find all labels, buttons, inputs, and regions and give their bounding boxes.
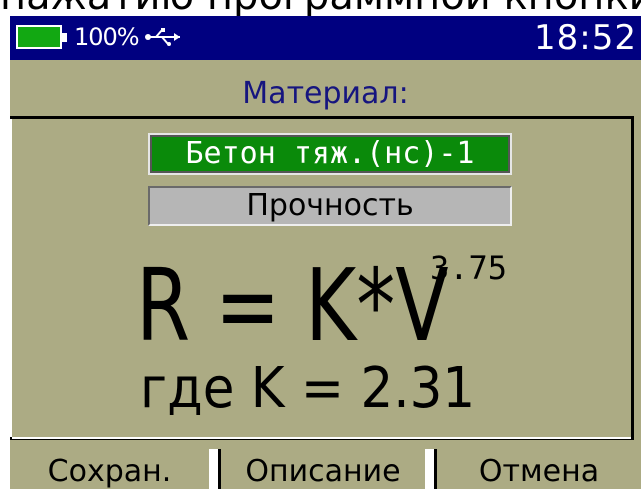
page-caption: нажатию программной кнопки [0,0,641,16]
material-selector[interactable]: Бетон тяж.(нс)-1 [148,133,512,175]
frame-highlight [10,119,12,437]
battery-icon [16,25,67,49]
formula: R = K*V [136,247,449,364]
device-screen: 100% 18:52 Материал: Бетон тяж.(нс)-1 Пр… [10,16,641,489]
parameter-selector[interactable]: Прочность [148,186,512,226]
softkey-bar: Сохран. Описание Отмена [10,449,641,489]
save-button[interactable]: Сохран. [10,449,212,489]
coefficient-line: где K = 2.31 [140,356,476,421]
battery-percent: 100% [74,23,140,51]
usb-icon [145,28,180,46]
frame-highlight-bottom [12,437,631,439]
material-title: Материал: [242,76,409,111]
description-button[interactable]: Описание [218,449,428,489]
formula-exponent: 3.75 [430,249,508,287]
cancel-button[interactable]: Отмена [434,449,641,489]
status-bar: 100% 18:52 [10,16,641,60]
clock: 18:52 [534,18,637,58]
